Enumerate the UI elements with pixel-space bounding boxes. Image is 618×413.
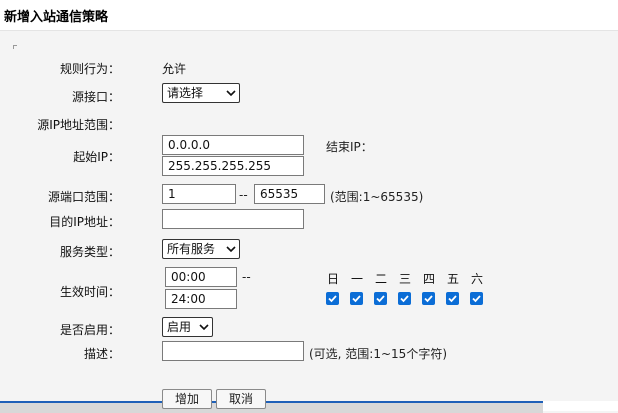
src-port-end-input[interactable] bbox=[254, 184, 325, 204]
checkmark-icon bbox=[424, 295, 433, 303]
checkmark-icon bbox=[448, 295, 457, 303]
corner-mark bbox=[13, 45, 17, 49]
weekday-checkbox[interactable] bbox=[374, 292, 387, 305]
checkmark-icon bbox=[376, 295, 385, 303]
action-label: 规则行为： bbox=[59, 62, 120, 76]
time-start-input[interactable] bbox=[165, 267, 237, 287]
weekday-label: 一 bbox=[350, 272, 363, 286]
checkmark-icon bbox=[400, 295, 409, 303]
src-iface-label: 源接口： bbox=[71, 90, 120, 104]
weekday-label: 五 bbox=[446, 272, 459, 286]
enable-label: 是否启用： bbox=[59, 323, 120, 337]
start-ip-input[interactable] bbox=[162, 135, 304, 155]
weekday-checkbox[interactable] bbox=[350, 292, 363, 305]
src-iface-select[interactable]: 请选择 bbox=[162, 83, 240, 103]
time-label: 生效时间： bbox=[59, 285, 120, 299]
src-iface-selected: 请选择 bbox=[167, 86, 204, 100]
page-title: 新增入站通信策略 bbox=[4, 10, 109, 25]
desc-input[interactable] bbox=[162, 341, 304, 361]
end-ip-input[interactable] bbox=[162, 156, 304, 176]
checkmark-icon bbox=[352, 295, 361, 303]
weekday-checkbox[interactable] bbox=[326, 292, 339, 305]
cancel-button[interactable]: 取消 bbox=[216, 389, 266, 409]
chevron-down-icon bbox=[199, 324, 209, 331]
src-port-separator: -- bbox=[239, 188, 248, 202]
chevron-down-icon bbox=[226, 246, 236, 253]
weekday-label: 三 bbox=[398, 272, 411, 286]
checkmark-icon bbox=[472, 295, 481, 303]
title-bar: 新增入站通信策略 bbox=[0, 0, 618, 31]
src-port-start-input[interactable] bbox=[162, 184, 236, 204]
weekday-checkbox[interactable] bbox=[470, 292, 483, 305]
enable-select[interactable]: 启用 bbox=[162, 317, 213, 337]
src-ip-range-label: 源IP地址范围： bbox=[37, 118, 120, 132]
weekday-checkbox[interactable] bbox=[446, 292, 459, 305]
add-button[interactable]: 增加 bbox=[162, 389, 212, 409]
desc-hint: (可选, 范围:1~15个字符) bbox=[309, 347, 447, 361]
weekday-label: 二 bbox=[374, 272, 387, 286]
time-end-input[interactable] bbox=[165, 289, 237, 309]
weekday-checkbox[interactable] bbox=[422, 292, 435, 305]
dst-ip-input[interactable] bbox=[162, 209, 304, 229]
src-port-hint: (范围:1~65535) bbox=[330, 190, 424, 204]
service-selected: 所有服务 bbox=[167, 242, 216, 256]
weekday-label: 六 bbox=[470, 272, 483, 286]
weekday-checkbox[interactable] bbox=[398, 292, 411, 305]
src-port-label: 源端口范围： bbox=[47, 190, 120, 204]
weekday-label: 四 bbox=[422, 272, 435, 286]
end-ip-label: 结束IP： bbox=[326, 140, 373, 154]
service-select[interactable]: 所有服务 bbox=[162, 239, 240, 259]
service-label: 服务类型： bbox=[59, 245, 120, 259]
action-value: 允许 bbox=[162, 62, 187, 76]
bottom-bar bbox=[0, 401, 543, 413]
desc-label: 描述： bbox=[83, 347, 120, 361]
time-separator: -- bbox=[242, 270, 251, 284]
start-ip-label: 起始IP： bbox=[73, 150, 120, 164]
enable-selected: 启用 bbox=[167, 320, 192, 334]
bottom-bar-right bbox=[543, 401, 618, 411]
chevron-down-icon bbox=[226, 90, 236, 97]
weekday-label: 日 bbox=[326, 272, 339, 286]
dst-ip-label: 目的IP地址： bbox=[49, 215, 120, 229]
checkmark-icon bbox=[328, 295, 337, 303]
